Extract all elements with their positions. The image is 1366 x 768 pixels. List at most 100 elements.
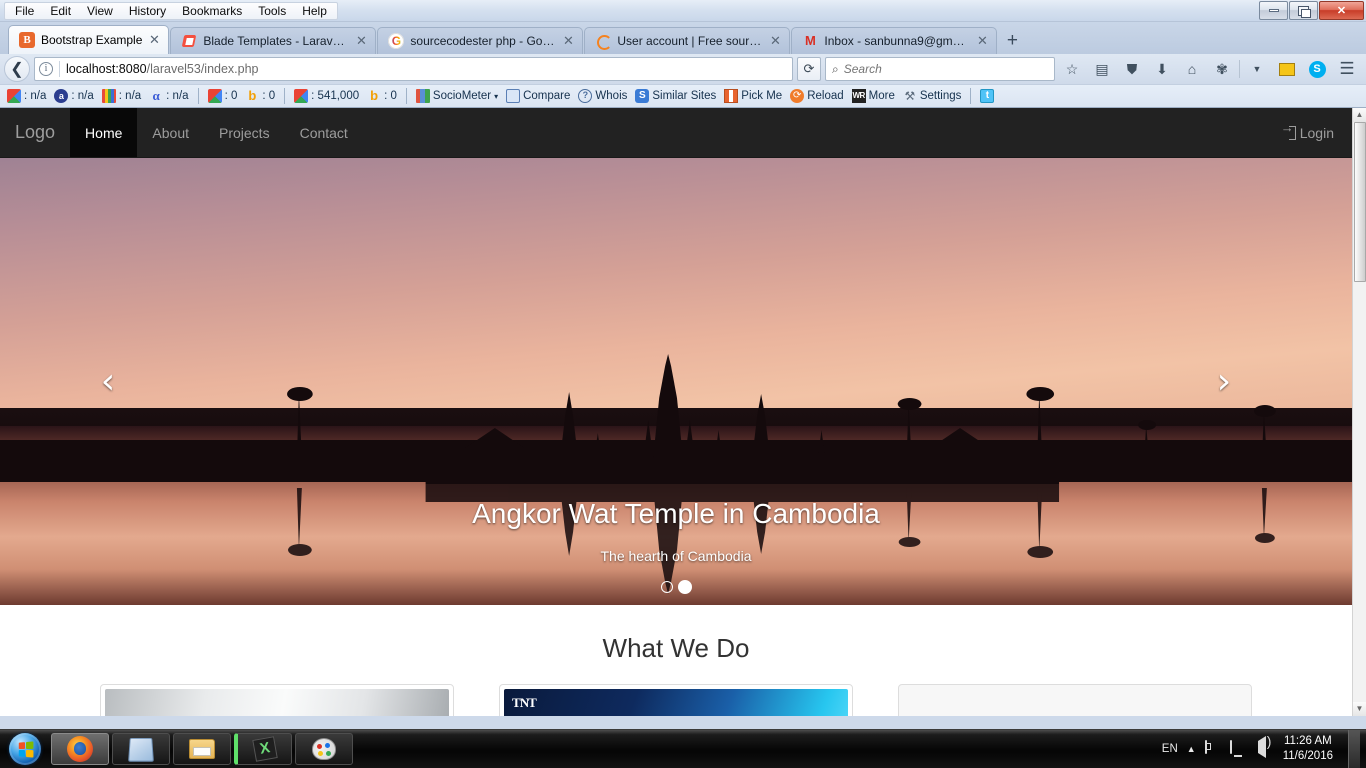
- nav-item-contact[interactable]: Contact: [285, 108, 363, 157]
- tool-label: SocioMeter: [432, 90, 492, 102]
- tool-more[interactable]: WR More: [849, 89, 898, 103]
- stat-bing-index[interactable]: b: 0: [242, 89, 278, 103]
- home-icon[interactable]: ⌂: [1179, 57, 1205, 81]
- nav-item-projects[interactable]: Projects: [204, 108, 285, 157]
- tab-title: User account | Free source ...: [617, 34, 764, 48]
- scroll-up-arrow-icon[interactable]: ▲: [1353, 108, 1366, 122]
- reload-button[interactable]: ⟳: [797, 57, 821, 81]
- stat-alphabet[interactable]: α: n/a: [146, 89, 191, 103]
- stat-bing-links[interactable]: b: 0: [364, 89, 400, 103]
- menu-help[interactable]: Help: [294, 2, 335, 20]
- nav-item-home[interactable]: Home: [70, 108, 138, 157]
- scrollbar-thumb[interactable]: [1354, 122, 1366, 282]
- chevron-down-icon[interactable]: ▼: [1244, 57, 1270, 81]
- stat-google-links[interactable]: : 541,000: [291, 89, 362, 103]
- tab-close-icon[interactable]: ✕: [974, 33, 990, 49]
- shield-icon[interactable]: ⛊: [1119, 57, 1145, 81]
- tool-similar-sites[interactable]: S Similar Sites: [632, 89, 719, 103]
- menu-history[interactable]: History: [121, 2, 174, 20]
- tool-label: Settings: [919, 90, 962, 102]
- close-button[interactable]: ✕: [1319, 1, 1364, 20]
- addon-divider: [405, 88, 407, 104]
- tab-close-icon[interactable]: ✕: [560, 33, 576, 49]
- taskbar-excel[interactable]: [234, 733, 292, 765]
- address-bar[interactable]: i localhost:8080/laravel53/index.php: [34, 57, 793, 81]
- card-iphone[interactable]: iPhone 7: [100, 684, 455, 716]
- reader-list-icon[interactable]: ▤: [1089, 57, 1115, 81]
- search-bar[interactable]: ⌕: [825, 57, 1055, 81]
- skype-icon[interactable]: S: [1304, 57, 1330, 81]
- login-label: Login: [1299, 124, 1334, 141]
- card-samsung[interactable]: TNT: [499, 684, 854, 716]
- tool-sociometer[interactable]: SocioMeter ▾: [413, 89, 501, 103]
- tab-user-account[interactable]: User account | Free source ... ✕: [584, 27, 791, 54]
- windows-flag: [18, 740, 33, 758]
- tab-close-icon[interactable]: ✕: [767, 33, 783, 49]
- addon-bug-icon[interactable]: ✾: [1209, 57, 1235, 81]
- tool-pick-me[interactable]: Pick Me: [721, 89, 785, 103]
- menu-tools[interactable]: Tools: [250, 2, 294, 20]
- page-scrollbar[interactable]: ▲ ▼: [1352, 108, 1366, 716]
- show-hidden-icons-icon[interactable]: ▲: [1187, 744, 1196, 754]
- stat-alexa[interactable]: a: n/a: [51, 89, 96, 103]
- tab-close-icon[interactable]: ✕: [353, 33, 369, 49]
- clock-time: 11:26 AM: [1283, 735, 1332, 747]
- volume-icon[interactable]: [1257, 736, 1274, 758]
- taskbar-paint[interactable]: [295, 733, 353, 765]
- search-icon: ⌕: [832, 61, 839, 76]
- tool-twitter[interactable]: t: [977, 89, 997, 103]
- gmail-favicon: [802, 33, 818, 49]
- downloads-icon[interactable]: ⬇: [1149, 57, 1175, 81]
- show-desktop-button[interactable]: [1348, 730, 1360, 768]
- tab-sourcecodester-google[interactable]: sourcecodester php - Goo... ✕: [377, 27, 584, 54]
- network-icon[interactable]: [1229, 740, 1246, 757]
- maximize-button[interactable]: [1289, 1, 1318, 20]
- tab-blade-templates[interactable]: Blade Templates - Laravel -... ✕: [170, 27, 377, 54]
- stat-google-index[interactable]: : 0: [205, 89, 241, 103]
- tool-settings[interactable]: ⚒ Settings: [900, 89, 965, 103]
- cards-row: iPhone 7 TNT Hello Everyone, I am San Bu…: [0, 684, 1352, 716]
- tab-gmail-inbox[interactable]: Inbox - sanbunna9@gmail.... ✕: [791, 27, 998, 54]
- stat-google-pagerank[interactable]: : n/a: [4, 89, 49, 103]
- webrank-icon: WR: [851, 89, 866, 103]
- new-tab-button[interactable]: +: [998, 27, 1026, 54]
- carousel-indicator-1[interactable]: [660, 581, 673, 593]
- carousel-next-button[interactable]: ›: [1204, 361, 1244, 402]
- taskbar-virtualbox[interactable]: [112, 733, 170, 765]
- clock[interactable]: 11:26 AM 11/6/2016: [1283, 734, 1333, 764]
- hamburger-menu-icon[interactable]: ☰: [1334, 57, 1360, 81]
- minimize-button[interactable]: [1259, 1, 1288, 20]
- settings-icon: ⚒: [904, 89, 916, 103]
- url-host: localhost:8080: [66, 62, 147, 76]
- ruler-addon-icon[interactable]: [1274, 57, 1300, 81]
- card-about-text[interactable]: Hello Everyone, I am San Bunna, this the: [898, 684, 1252, 716]
- site-logo[interactable]: Logo: [0, 108, 70, 157]
- tab-bootstrap-example[interactable]: Bootstrap Example ✕: [8, 25, 170, 54]
- bookmark-star-icon[interactable]: ☆: [1059, 57, 1085, 81]
- scroll-down-arrow-icon[interactable]: ▼: [1353, 702, 1366, 716]
- carousel-caption-title: Angkor Wat Temple in Cambodia: [472, 498, 880, 529]
- tool-reload[interactable]: ⟳ Reload: [787, 89, 846, 103]
- taskbar-firefox[interactable]: [51, 733, 109, 765]
- carousel-prev-button[interactable]: ‹: [88, 361, 128, 402]
- nav-item-about[interactable]: About: [137, 108, 204, 157]
- back-button[interactable]: ❮: [4, 56, 30, 82]
- power-plug-icon[interactable]: [1204, 740, 1221, 757]
- start-button[interactable]: [2, 732, 48, 766]
- menu-edit[interactable]: Edit: [42, 2, 79, 20]
- stat-compete[interactable]: : n/a: [99, 89, 144, 103]
- menu-bookmarks[interactable]: Bookmarks: [174, 2, 250, 20]
- taskbar-file-explorer[interactable]: [173, 733, 231, 765]
- menu-view[interactable]: View: [79, 2, 121, 20]
- url-divider: [59, 61, 60, 77]
- clock-date: 11/6/2016: [1282, 750, 1333, 762]
- language-indicator[interactable]: EN: [1162, 743, 1178, 755]
- menu-file[interactable]: File: [7, 2, 42, 20]
- login-button[interactable]: Login: [1281, 120, 1334, 141]
- carousel-indicator-2[interactable]: [677, 580, 692, 594]
- tool-whois[interactable]: ? Whois: [575, 89, 630, 103]
- page-info-icon[interactable]: i: [39, 62, 53, 76]
- tool-compare[interactable]: Compare: [503, 89, 573, 103]
- search-input[interactable]: [843, 62, 1048, 76]
- tab-close-icon[interactable]: ✕: [146, 32, 162, 48]
